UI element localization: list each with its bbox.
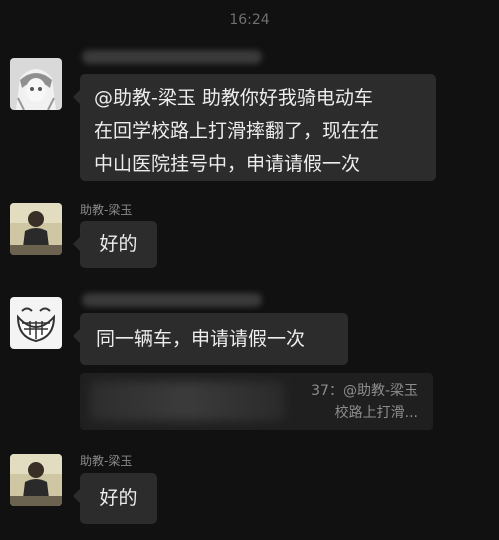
sender-name: 助教-梁玉 xyxy=(80,203,133,217)
anime-girl-avatar-icon[interactable] xyxy=(10,58,62,110)
message-text-line: 中山医院挂号中，申请请假一次 xyxy=(94,153,361,175)
message-text-line: 在回学校路上打滑摔翻了，现在在 xyxy=(94,120,380,142)
blurred-sender-name xyxy=(82,293,262,307)
message-text-line: @助教-梁玉 助教你好我骑电动车 xyxy=(94,87,373,109)
message-text: 好的 xyxy=(99,487,138,509)
message-bubble[interactable]: @助教-梁玉 助教你好我骑电动车 在回学校路上打滑摔翻了，现在在 中山医院挂号中… xyxy=(73,74,436,181)
quoted-reply[interactable]: 37：@助教-梁玉 校路上打滑... xyxy=(80,373,433,430)
sender-name: 助教-梁玉 xyxy=(80,454,133,468)
message-text: 同一辆车，申请请假一次 xyxy=(96,328,306,350)
status-time: 16:24 xyxy=(229,12,270,28)
grinning-face-avatar-icon[interactable] xyxy=(10,297,62,349)
photo-person-avatar-icon[interactable] xyxy=(10,203,62,255)
message-bubble[interactable]: 好的 xyxy=(73,473,157,524)
blurred-quote-text xyxy=(90,381,285,421)
quote-line: 37：@助教-梁玉 xyxy=(311,383,418,399)
message-bubble[interactable]: 好的 xyxy=(73,221,157,268)
photo-person-avatar-icon[interactable] xyxy=(10,454,62,506)
message-text: 好的 xyxy=(99,233,138,255)
quote-line: 校路上打滑... xyxy=(334,405,418,421)
blurred-sender-name xyxy=(82,50,262,64)
message-bubble[interactable]: 同一辆车，申请请假一次 xyxy=(73,313,348,365)
